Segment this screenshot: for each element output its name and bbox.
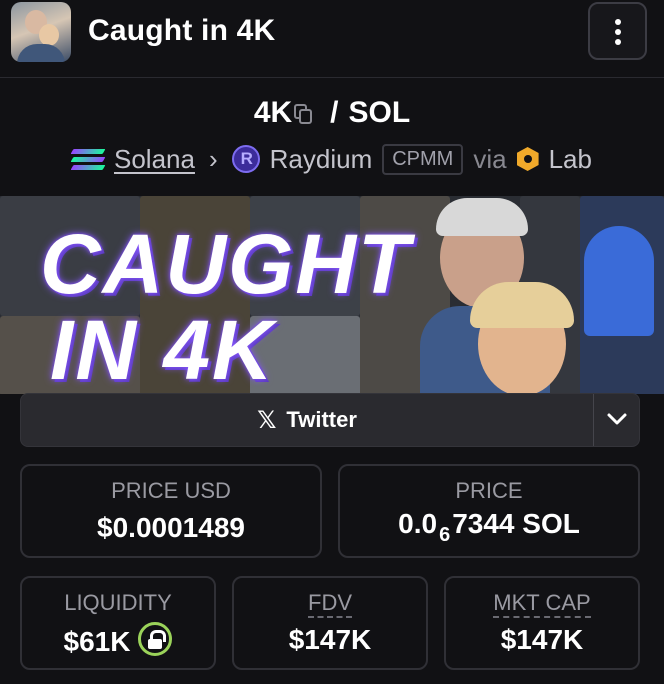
stat-label[interactable]: FDV <box>234 590 426 618</box>
chain-breadcrumb: Solana › Raydium CPMM via Lab <box>0 142 664 176</box>
header: Caught in 4K <box>0 0 664 78</box>
price-zero-count: 6 <box>439 524 451 546</box>
price-suffix: 7344 SOL <box>452 508 580 539</box>
banner-hair-man <box>436 198 528 236</box>
stat-label: LIQUIDITY <box>64 590 172 615</box>
fdv-label: FDV <box>308 590 352 618</box>
more-vertical-icon <box>615 19 621 25</box>
chevron-right-icon: › <box>208 143 218 174</box>
twitter-button[interactable]: 𝕏 Twitter <box>21 394 593 446</box>
stat-label[interactable]: MKT CAP <box>446 590 638 618</box>
banner-title-line-1: CAUGHT <box>40 217 412 311</box>
stat-value: $0.0001489 <box>97 512 245 543</box>
more-options-button[interactable] <box>588 2 647 60</box>
price-prefix: 0.0 <box>398 508 438 539</box>
stat-label: PRICE <box>455 478 523 503</box>
token-avatar[interactable] <box>11 2 71 62</box>
page-title: Caught in 4K <box>88 14 276 47</box>
via-label: via <box>473 143 507 174</box>
twitter-label: Twitter <box>286 407 357 432</box>
copy-icon[interactable] <box>294 104 313 124</box>
more-vertical-icon-dot <box>615 29 621 35</box>
stat-card-price: PRICE 0.0 67344 SOL <box>338 464 640 558</box>
stat-card-liquidity: LIQUIDITY $61K <box>20 576 216 670</box>
stat-value: $61K <box>22 622 214 658</box>
stat-card-mkt-cap: MKT CAP $147K <box>444 576 640 670</box>
stat-value: $147K <box>288 624 372 655</box>
pair-base: 4K <box>253 96 293 129</box>
pair-heading: 4K / SOL <box>0 96 664 130</box>
banner-title-line-2: IN 4K <box>50 303 275 394</box>
mkt-cap-label: MKT CAP <box>493 590 591 618</box>
stat-label: PRICE USD <box>111 478 231 503</box>
more-vertical-icon-dot <box>615 39 621 45</box>
lab-icon <box>517 147 539 171</box>
banner-hair-woman <box>470 282 574 328</box>
stat-value: $147K <box>500 624 584 655</box>
stat-card-price-usd: PRICE USD $0.0001489 <box>20 464 322 558</box>
pair-quote: SOL <box>348 96 411 129</box>
stat-value: 0.0 67344 SOL <box>340 508 638 547</box>
chevron-down-icon <box>607 413 627 425</box>
stat-card-fdv: FDV $147K <box>232 576 428 670</box>
banner-ghost-blue <box>584 226 654 336</box>
chain-link-solana[interactable]: Solana <box>114 144 195 175</box>
pair-separator: / <box>330 96 339 129</box>
solana-icon <box>70 147 106 171</box>
token-banner-image: CAUGHT IN 4K <box>0 196 664 394</box>
launchpad-name[interactable]: Lab <box>549 144 592 175</box>
liquidity-value: $61K <box>63 626 131 657</box>
dex-name[interactable]: Raydium <box>270 144 373 175</box>
x-twitter-icon: 𝕏 <box>257 406 277 434</box>
avatar-body <box>17 44 65 62</box>
social-links-bar: 𝕏 Twitter <box>20 393 640 447</box>
social-dropdown-button[interactable] <box>594 394 640 446</box>
lock-icon[interactable] <box>138 622 173 656</box>
pool-type-badge: CPMM <box>382 143 464 175</box>
raydium-icon <box>231 145 260 173</box>
avatar-person-2 <box>39 24 59 46</box>
